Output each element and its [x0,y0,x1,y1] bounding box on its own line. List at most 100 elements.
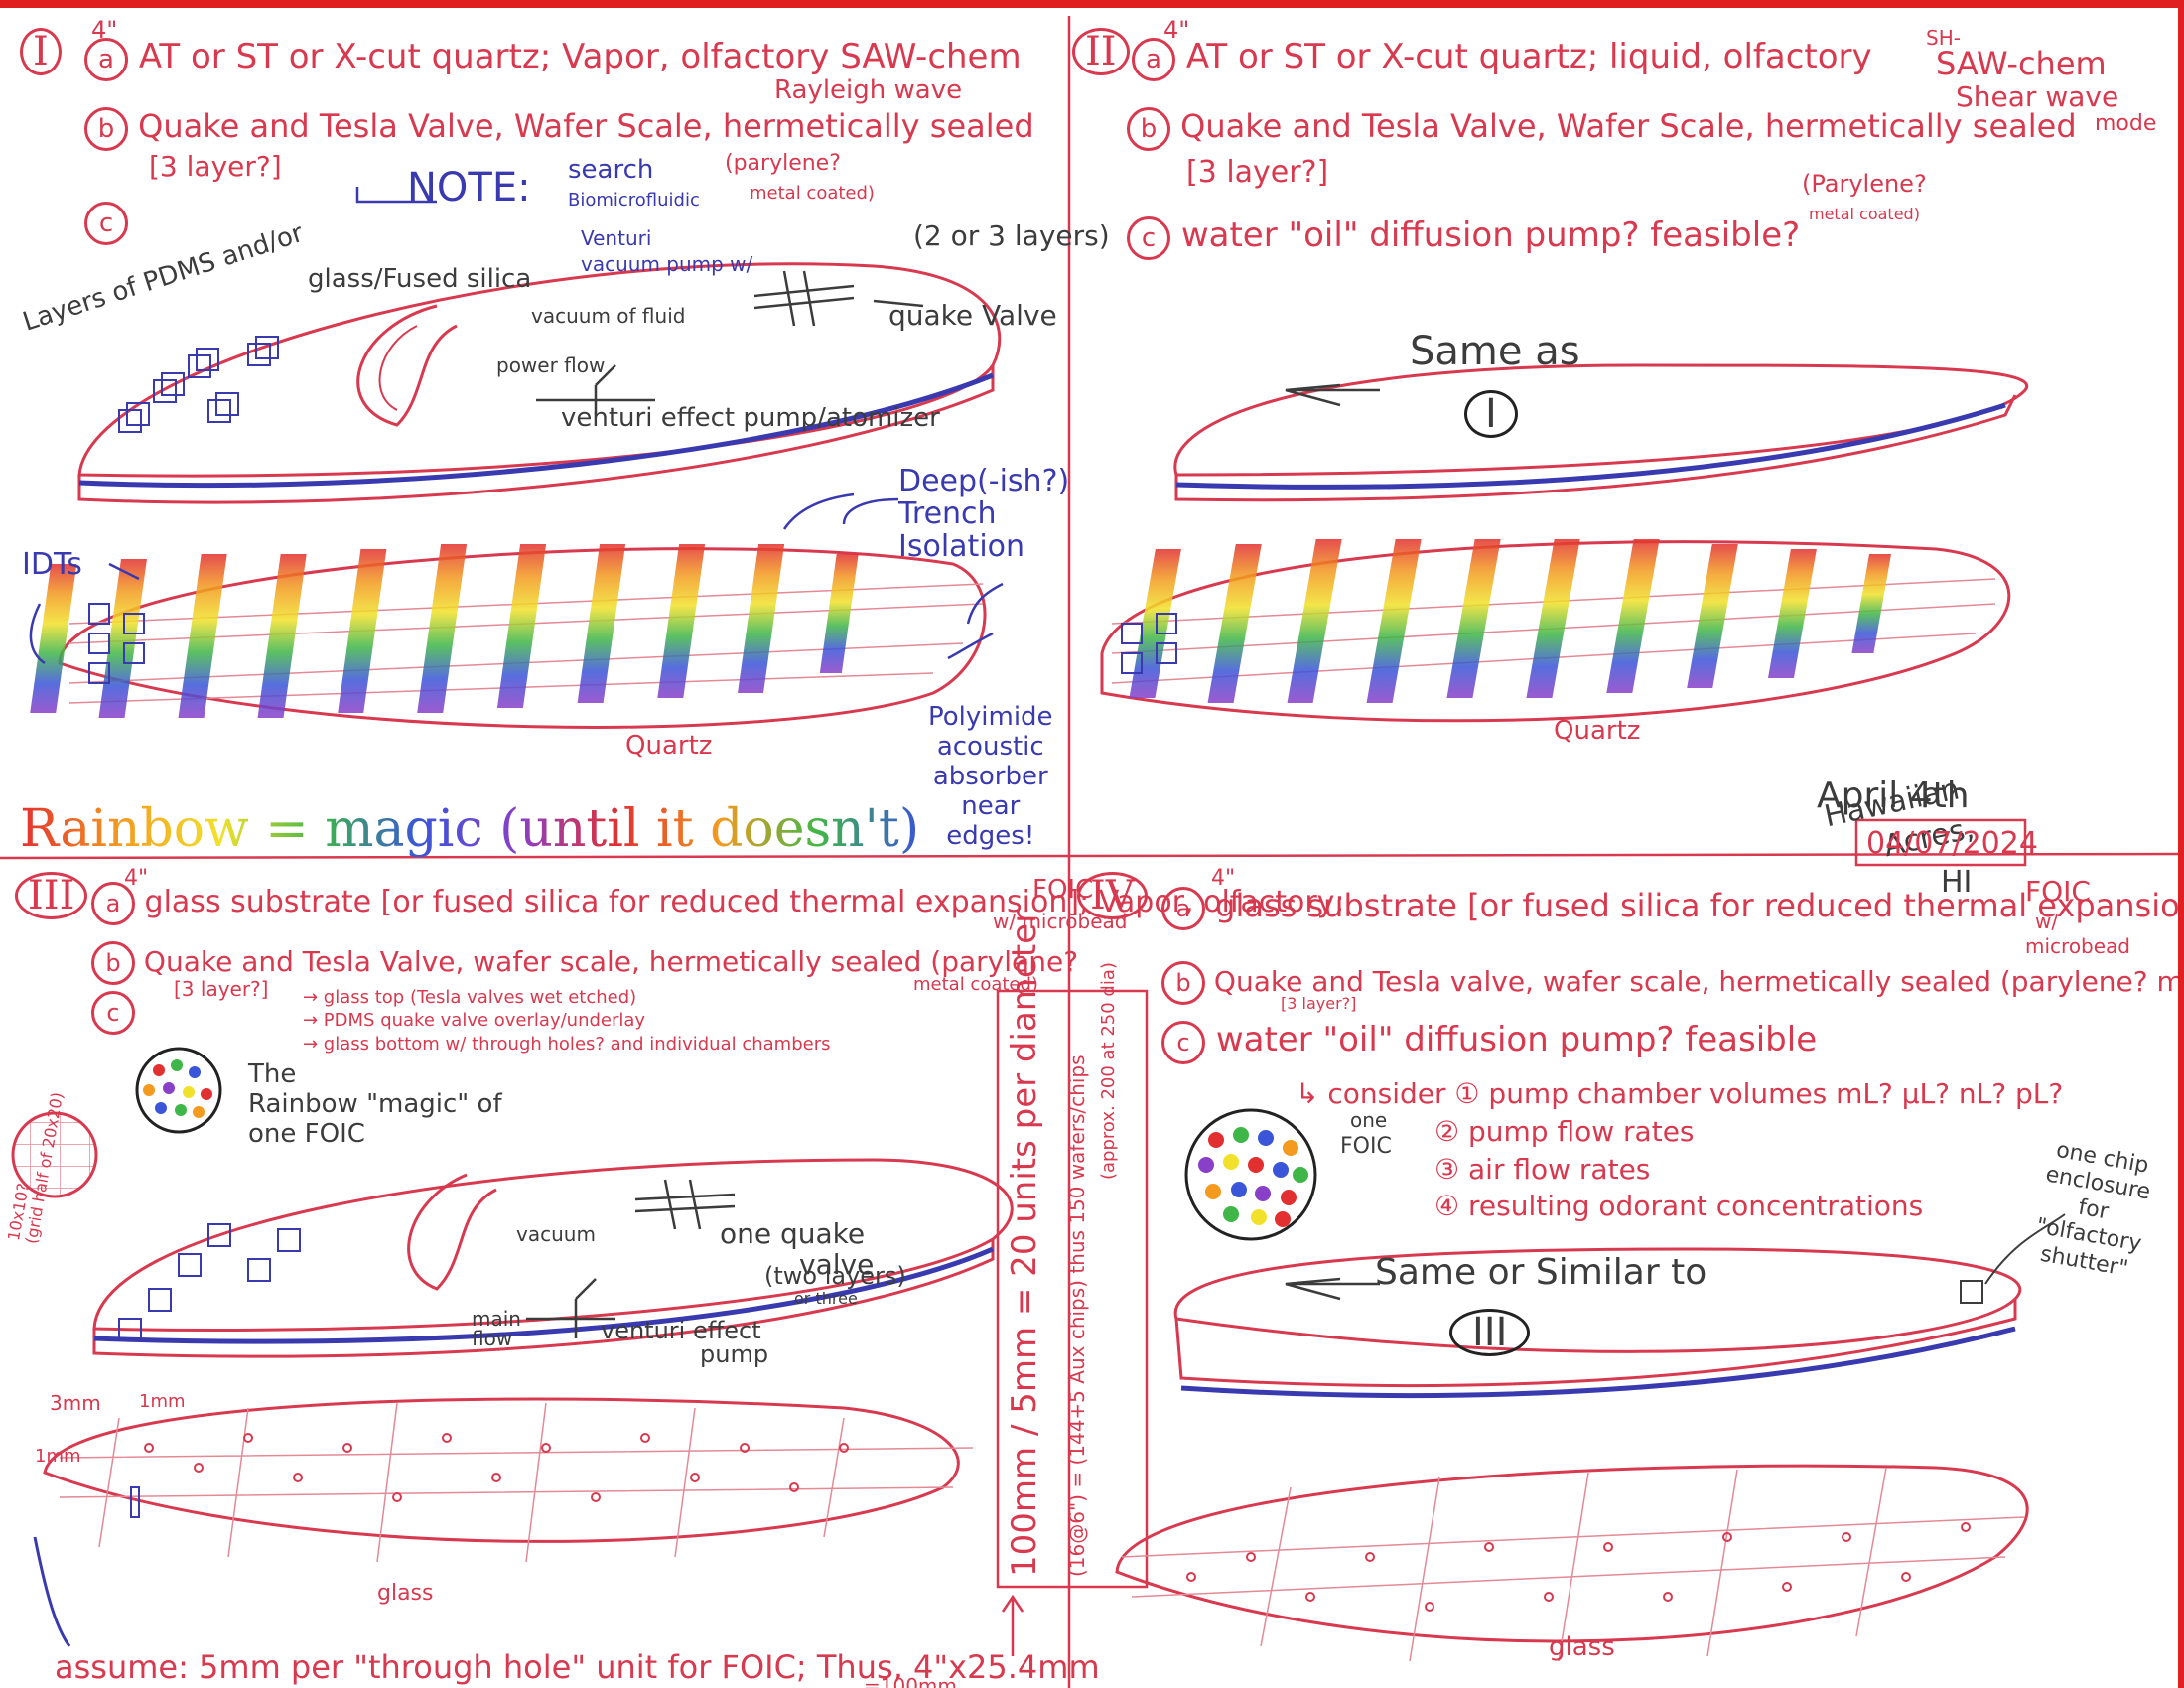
wafer-q2 [1173,363,2029,502]
quadrant-iii-numeral: III [15,872,88,919]
q3-rainbow-magic: The Rainbow "magic" of one FOIC [248,1059,502,1150]
calc-text-1: 100mm / 5mm = 20 units per diameter [1005,909,1044,1577]
quadrant-ii-numeral: II [1072,28,1130,75]
q2-a-text: AT or ST or X-cut quartz; liquid, olfact… [1185,37,1872,76]
q4-c-text: water "oil" diffusion pump? feasible [1215,1020,1818,1059]
q3-main-flow: main flow [472,1309,521,1348]
calc-text-3: (approx. 200 at 250 dia) [1098,962,1119,1180]
q4-enclosure-note: one chip enclosure for "olfactory shutter" [2029,1137,2156,1285]
q3-flow: flow [472,1327,513,1350]
q3-two-layers: (two layers) [764,1262,906,1290]
q2-line-a: a AT or ST or X-cut quartz; liquid, olfa… [1132,38,1872,81]
q4-consider-list: ↳ consider ① pump chamber volumes mL? µL… [1296,1075,2063,1225]
q2-ref-i: I [1464,390,1518,438]
idt-wafer-q1 [30,544,987,729]
q2-b-marker: b [1127,107,1170,151]
q4-foic: FOIC [2025,875,2091,908]
q4-w: w/ [2035,910,2059,933]
q3-glass-label: glass [377,1581,434,1606]
rainbow-magic-title: Rainbow = magic (until it doesn't) [20,802,919,857]
calc-text-2: (16@6") = (144+5 Aux chips) thus 150 waf… [1065,1055,1089,1577]
q1-rayleigh: Rayleigh wave [774,75,963,105]
q2-a-marker: a [1132,38,1175,81]
q1-layers: [3 layer?] [149,150,282,183]
foic-dot-circle-q3 [135,1047,222,1134]
quadrant-i-label: I [20,28,62,75]
q1-power-flow: power flow [496,353,606,377]
q4-for: for [2076,1195,2111,1225]
q1-glass-fused: glass/Fused silica [308,264,532,294]
q3-b-marker: b [91,941,135,985]
q4-one: one [1350,1108,1388,1132]
q1-biomicrofluidic: Biomicrofluidic [568,190,700,211]
q3-venturi-pump: venturi effect pump [601,1319,768,1366]
q3-line-a: a glass substrate [or fused silica for r… [91,882,1345,925]
q3-rainbow-of: Rainbow "magic" of [248,1088,502,1119]
quadrant-iii-label: III [15,872,88,919]
q3-vacuum: vacuum [516,1222,596,1246]
q1-metal-coated: metal coated) [750,183,875,204]
wafer-q3 [92,1158,1014,1358]
rainbow-magic-text: Rainbow = magic (until it doesn't) [20,799,920,859]
q1-trench: Trench [898,496,997,531]
q3-c-marker: c [91,991,135,1035]
q1-b-marker: b [84,107,128,151]
q1-idts: IDTs [22,547,82,582]
q2-layers: [3 layer?] [1186,155,1329,190]
wafer-q4 [1173,1213,2066,1398]
q1-a-marker: a [84,38,128,81]
q2-b-text: Quake and Tesla Valve, Wafer Scale, herm… [1180,107,2077,145]
q1-polyimide-5: edges! [946,820,1035,851]
q3-c1: → glass top (Tesla valves wet etched) [303,987,637,1008]
glass-dot-wafer-q3 [43,1397,974,1563]
q2-mode: mode [2095,111,2157,136]
q1-quartz-label: Quartz [625,731,713,761]
q2-line-b: b Quake and Tesla Valve, Wafer Scale, he… [1127,107,2077,151]
q4-b-text: Quake and Tesla valve, wafer scale, herm… [1213,965,2184,998]
date-numeric: 04/07/2024 [1866,826,2038,861]
q1-isolation: Isolation [898,529,1025,564]
q2-same-as: Same as [1410,329,1580,374]
q3-layers: [3 layer?] [174,977,269,1001]
q4-foic-label: FOIC [1340,1134,1392,1159]
q1-c-marker: c [84,202,128,245]
q3-one-quake: one quake [720,1217,866,1250]
q1-vacuum-pump: vacuum pump w/ [581,252,753,276]
q4-glass-label: glass [1549,1632,1615,1662]
q3-a-marker: a [91,882,135,925]
q2-ref-i-label: I [1464,390,1518,438]
q3-1mm-b: 1mm [35,1446,81,1467]
notebook-page: I 4" a AT or ST or X-cut quartz; Vapor, … [0,0,2184,1688]
q2-c-marker: c [1127,216,1170,260]
q1-venturi-effect: venturi effect pump/atomizer [561,403,940,433]
quadrant-i-numeral: I [20,28,62,75]
q2-saw-chem: SAW-chem [1936,45,2107,82]
q3-one-foic: one FOIC [248,1118,365,1149]
q4-layers: [3 layer?] [1281,994,1357,1013]
q2-parylene: (Parylene? [1802,170,1927,198]
idt-wafer-q2 [1100,539,2011,723]
q1-b-text: Quake and Tesla Valve, Wafer Scale, herm… [138,107,1034,145]
q3-or-three: or three [794,1289,858,1308]
quadrant-iv-label: IV [1077,872,1148,919]
q1-search: search [568,155,654,185]
venturi-sketch-q1 [536,270,924,415]
q4-line-c: c water "oil" diffusion pump? feasible [1161,1021,1817,1064]
q3-c3: → glass bottom w/ through holes? and ind… [303,1033,831,1055]
q4-ref-iii-label: III [1449,1309,1531,1356]
cubes-q3 [118,1223,301,1341]
q3-the: The [248,1059,297,1089]
left-edge-arrow-q3 [33,1536,71,1647]
q4-a-marker: a [1161,887,1205,930]
q4-same-or-similar: Same or Similar to [1375,1252,1707,1293]
q1-parylene: (parylene? [725,151,841,176]
q1-polyimide: Polyimide acoustic absorber near edges! [928,702,1053,851]
q4-consider: ↳ consider ① pump chamber volumes mL? µL… [1296,1077,2064,1110]
wafer-q1 [77,262,1002,504]
quadrant-ii-label: II [1072,28,1130,75]
q1-polyimide-3: absorber [932,761,1048,791]
q1-polyimide-2: acoustic [936,731,1044,762]
q1-2or3-layers: (2 or 3 layers) [913,219,1110,252]
q1-note: NOTE: [407,165,531,211]
q4-ref-iii: III [1449,1309,1531,1356]
